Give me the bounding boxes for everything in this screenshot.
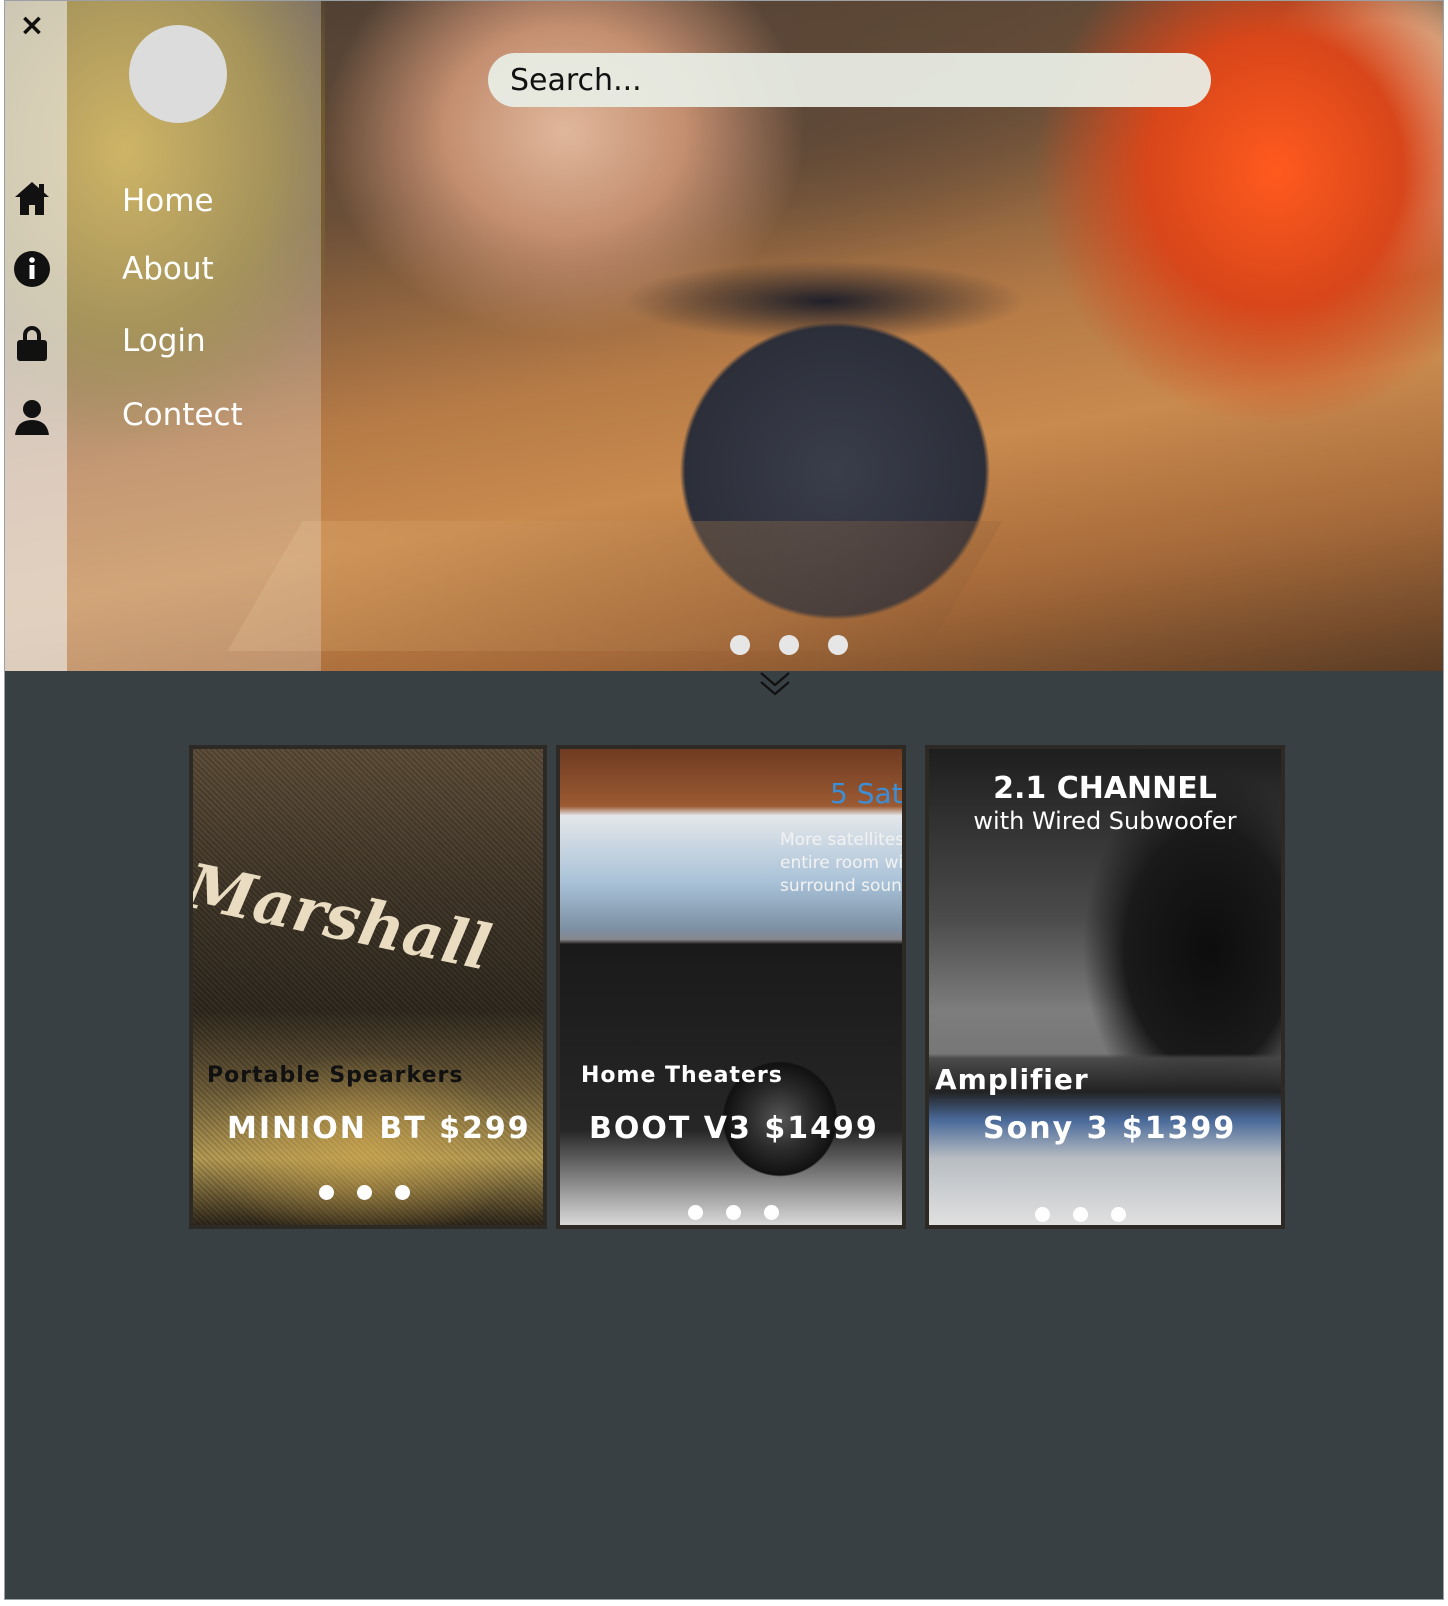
product-category: Amplifier bbox=[935, 1063, 1089, 1096]
product-category: Portable Spearkers bbox=[207, 1063, 464, 1088]
sidebar-item-login[interactable]: Login bbox=[122, 323, 206, 359]
image-heading: 5 Sate bbox=[830, 777, 902, 810]
chevron-double-down-icon[interactable] bbox=[757, 669, 793, 699]
avatar[interactable] bbox=[129, 25, 227, 123]
carousel-dot[interactable] bbox=[730, 635, 750, 655]
carousel-dot[interactable] bbox=[764, 1205, 779, 1220]
carousel-dot[interactable] bbox=[1073, 1207, 1088, 1222]
product-image: Marshall bbox=[193, 749, 543, 1225]
product-title: BOOT V3 $1499 bbox=[589, 1111, 879, 1146]
carousel-dot[interactable] bbox=[319, 1185, 334, 1200]
product-card[interactable]: 5 Sate More satellites s entire room wit… bbox=[556, 745, 906, 1229]
carousel-dot[interactable] bbox=[779, 635, 799, 655]
home-icon[interactable] bbox=[13, 179, 51, 217]
carousel-dot[interactable] bbox=[828, 635, 848, 655]
product-card[interactable]: Marshall Portable Spearkers MINION BT $2… bbox=[189, 745, 547, 1229]
image-text: More satellites s entire room with surro… bbox=[780, 830, 902, 896]
product-title: Sony 3 $1399 bbox=[983, 1111, 1237, 1146]
carousel-dot[interactable] bbox=[1111, 1207, 1126, 1222]
sidebar-item-about[interactable]: About bbox=[122, 251, 214, 287]
carousel-dot[interactable] bbox=[688, 1205, 703, 1220]
product-card[interactable]: 2.1 CHANNEL with Wired Subwoofer Amplifi… bbox=[925, 745, 1285, 1229]
hero-banner: × Home About Login Contect bbox=[5, 1, 1443, 671]
sidebar-item-home[interactable]: Home bbox=[122, 183, 214, 219]
card-carousel-dots bbox=[1035, 1207, 1149, 1222]
page: × Home About Login Contect Search... Mar… bbox=[4, 0, 1444, 1600]
hero-image-plank bbox=[227, 521, 1003, 651]
brand-logo: Marshall bbox=[193, 849, 497, 985]
card-carousel-dots bbox=[319, 1185, 433, 1200]
carousel-dot[interactable] bbox=[1035, 1207, 1050, 1222]
close-button[interactable]: × bbox=[17, 11, 47, 41]
product-image: 2.1 CHANNEL with Wired Subwoofer bbox=[929, 749, 1281, 1225]
product-image: 5 Sate More satellites s entire room wit… bbox=[560, 749, 902, 1225]
info-icon[interactable] bbox=[13, 250, 51, 288]
search-input[interactable] bbox=[488, 53, 1211, 107]
user-icon[interactable] bbox=[13, 398, 51, 436]
image-subheading: with Wired Subwoofer bbox=[973, 807, 1237, 835]
product-title: MINION BT $299 bbox=[227, 1111, 531, 1146]
product-category: Home Theaters bbox=[581, 1063, 783, 1088]
carousel-dot[interactable] bbox=[395, 1185, 410, 1200]
image-heading: 2.1 CHANNEL bbox=[993, 771, 1217, 806]
carousel-dot[interactable] bbox=[726, 1205, 741, 1220]
card-carousel-dots bbox=[688, 1205, 802, 1220]
carousel-dot[interactable] bbox=[357, 1185, 372, 1200]
lock-icon[interactable] bbox=[13, 324, 51, 362]
sidebar-item-contect[interactable]: Contect bbox=[122, 397, 243, 433]
hero-carousel-dots bbox=[730, 635, 877, 655]
